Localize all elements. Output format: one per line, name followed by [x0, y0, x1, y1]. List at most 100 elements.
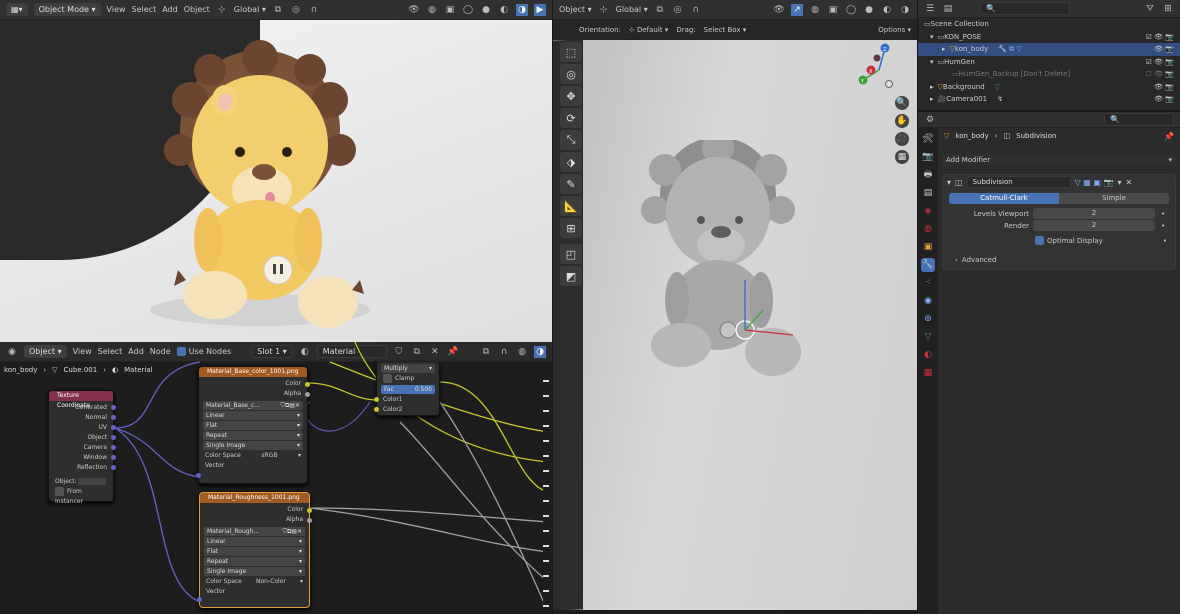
menu-add[interactable]: Add [162, 5, 178, 14]
texture-tab-icon[interactable]: ▦ [921, 366, 935, 380]
simple-tab[interactable]: Simple [1059, 193, 1169, 204]
socket[interactable] [197, 597, 202, 602]
image-field[interactable]: Material_Rough... ⛉⧉▤✕ [204, 527, 305, 536]
socket[interactable] [305, 392, 310, 397]
outliner-row-kon-body[interactable]: ▸ ▽ kon_body 🔧 ⧉ ▽ 👁 📷 [918, 43, 1180, 56]
clamp-checkbox[interactable] [383, 374, 392, 383]
constraints-tab-icon[interactable]: ⊚ [921, 312, 935, 326]
transform-tool[interactable]: ⬗ [560, 152, 582, 172]
catmull-clark-tab[interactable]: Catmull-Clark [949, 193, 1059, 204]
image-actions-icon[interactable]: ⛉⧉▤✕ [281, 401, 300, 410]
colorspace-value[interactable]: sRGB [261, 451, 277, 461]
shear-tool[interactable]: ◰ [560, 244, 582, 264]
overlay-icon[interactable]: ◍ [809, 4, 821, 16]
object-row[interactable]: Object: [49, 477, 113, 487]
keyframe-dot[interactable]: • [1163, 237, 1167, 245]
orientation-dropdown[interactable]: ⊹ Default ▾ [629, 26, 668, 34]
outliner-type-icon[interactable]: ☰ [924, 3, 936, 15]
colorspace-row[interactable]: Color Space sRGB ▾ [199, 451, 307, 461]
visibility-icons[interactable]: ☑ 👁 📷 [1146, 58, 1174, 66]
visibility-icons[interactable]: ☐ 👁 📷 [1146, 70, 1174, 78]
socket[interactable] [111, 415, 116, 420]
object-tab-icon[interactable]: ▣ [921, 240, 935, 254]
source-dropdown[interactable]: Single Image ▾ [204, 567, 305, 576]
world-tab-icon[interactable]: ◍ [921, 222, 935, 236]
texture-coordinate-node[interactable]: Texture Coordinate Generated Normal UV O… [48, 390, 116, 505]
object-field[interactable] [78, 478, 107, 485]
play-icon[interactable]: ▶ [534, 3, 546, 16]
gizmo-neg-y[interactable] [885, 80, 893, 88]
socket[interactable] [111, 445, 116, 450]
base-color-image-node[interactable]: Material_Base_color_1001.png Color Alpha… [196, 366, 310, 484]
visibility-icons[interactable]: ☑ 👁 📷 [1146, 33, 1174, 41]
snap-icon[interactable]: ⧉ [272, 4, 284, 16]
socket[interactable] [196, 473, 201, 478]
colorspace-value[interactable]: Non-Color [256, 577, 286, 587]
options-dropdown[interactable]: Options ▾ [878, 26, 911, 34]
select-box-tool[interactable]: ⬚ [560, 42, 582, 62]
scale-tool[interactable]: ⤡ [560, 130, 582, 150]
clamp-row[interactable]: Clamp [377, 374, 439, 384]
modifier-toggles[interactable]: ▽ ▦ ▣ 📷 [1075, 178, 1114, 187]
fac-slider[interactable]: Fac 0.500 [381, 385, 435, 394]
xray-icon[interactable]: ▣ [444, 4, 456, 16]
overlay-icon[interactable]: ◍ [426, 4, 438, 16]
render-tab-icon[interactable]: 📷 [921, 150, 935, 164]
pivot-icon[interactable]: ⊹ [216, 4, 228, 16]
add-cube-tool[interactable]: ⊞ [560, 218, 582, 238]
visibility-icons[interactable]: 👁 📷 [1154, 95, 1174, 103]
socket[interactable] [307, 508, 312, 513]
image-field[interactable]: Material_Base_c... ⛉⧉▤✕ [203, 401, 303, 410]
menu-view[interactable]: View [107, 5, 126, 14]
remove-modifier-icon[interactable]: ✕ [1125, 178, 1132, 187]
pan-icon[interactable]: ✋ [895, 114, 909, 128]
gizmo-icon[interactable]: ↗ [791, 3, 803, 16]
navigation-gizmo[interactable]: Z X Y [853, 42, 903, 92]
proportional-icon[interactable]: ◎ [672, 4, 684, 16]
expand-icon[interactable]: › [955, 256, 958, 264]
editor-type-button[interactable]: ▦▾ [6, 3, 28, 16]
visibility-icon[interactable]: 👁 [408, 4, 420, 16]
from-instancer-checkbox[interactable] [55, 487, 64, 496]
outliner-row-humgen[interactable]: ▾ ▭ HumGen ☑ 👁 📷 [918, 56, 1180, 69]
expand-icon[interactable]: ▸ [930, 83, 934, 91]
socket[interactable] [374, 397, 379, 402]
xray-icon[interactable]: ▣ [827, 4, 839, 16]
advanced-subpanel[interactable]: › Advanced [943, 254, 1175, 265]
levels-viewport-field[interactable]: 2 [1033, 208, 1155, 219]
zoom-icon[interactable]: 🔍 [895, 96, 909, 110]
particles-tab-icon[interactable]: ⁖ [921, 276, 935, 290]
falloff-icon[interactable]: ∩ [308, 4, 320, 16]
move-tool[interactable]: ✥ [560, 86, 582, 106]
socket[interactable] [374, 407, 379, 412]
modifier-menu-icon[interactable]: ▾ [1117, 178, 1121, 187]
falloff-icon[interactable]: ∩ [690, 4, 702, 16]
filter-icon[interactable]: ⛛ [1144, 3, 1156, 15]
visibility-icons[interactable]: 👁 📷 [1154, 83, 1174, 91]
visibility-icon[interactable]: 👁 [773, 4, 785, 16]
rotate-tool[interactable]: ⟳ [560, 108, 582, 128]
socket[interactable] [305, 382, 310, 387]
blend-mode-dropdown[interactable]: Multiply ▾ [381, 364, 435, 373]
view-layer-tab-icon[interactable]: ▤ [921, 186, 935, 200]
viewport-canvas[interactable]: ⬚ ◎ ✥ ⟳ ⤡ ⬗ ✎ 📐 ⊞ ◰ ◩ Z X Y 🔍 ✋ 🎥 ▦ [553, 40, 917, 610]
viewport-orientation-dropdown[interactable]: Global ▾ [616, 5, 648, 14]
optimal-display-row[interactable]: Optimal Display • [943, 235, 1175, 246]
shading-rendered-icon[interactable]: ◑ [516, 3, 528, 16]
mode-dropdown[interactable]: Object Mode ▾ [33, 3, 101, 16]
projection-dropdown[interactable]: Flat ▾ [203, 421, 303, 430]
scene-tab-icon[interactable]: ◈ [921, 204, 935, 218]
shading-wire-icon[interactable]: ◯ [462, 4, 474, 16]
pivot-icon[interactable]: ⊹ [598, 4, 610, 16]
camera-icon[interactable]: 🎥 [895, 132, 909, 146]
keyframe-dot[interactable]: • [1161, 210, 1165, 218]
expand-icon[interactable]: ▾ [930, 33, 934, 41]
expand-icon[interactable]: ▸ [942, 45, 946, 53]
modifier-name-input[interactable]: Subdivision [966, 176, 1071, 188]
roughness-image-node[interactable]: Material_Roughness_1001.png Color Alpha … [197, 492, 312, 608]
collapse-icon[interactable]: ▾ [947, 178, 951, 187]
drag-dropdown[interactable]: Select Box ▾ [704, 26, 747, 34]
visibility-icons[interactable]: 👁 📷 [1154, 45, 1174, 53]
cursor-tool[interactable]: ◎ [560, 64, 582, 84]
properties-type-icon[interactable]: ⚙ [924, 114, 936, 126]
